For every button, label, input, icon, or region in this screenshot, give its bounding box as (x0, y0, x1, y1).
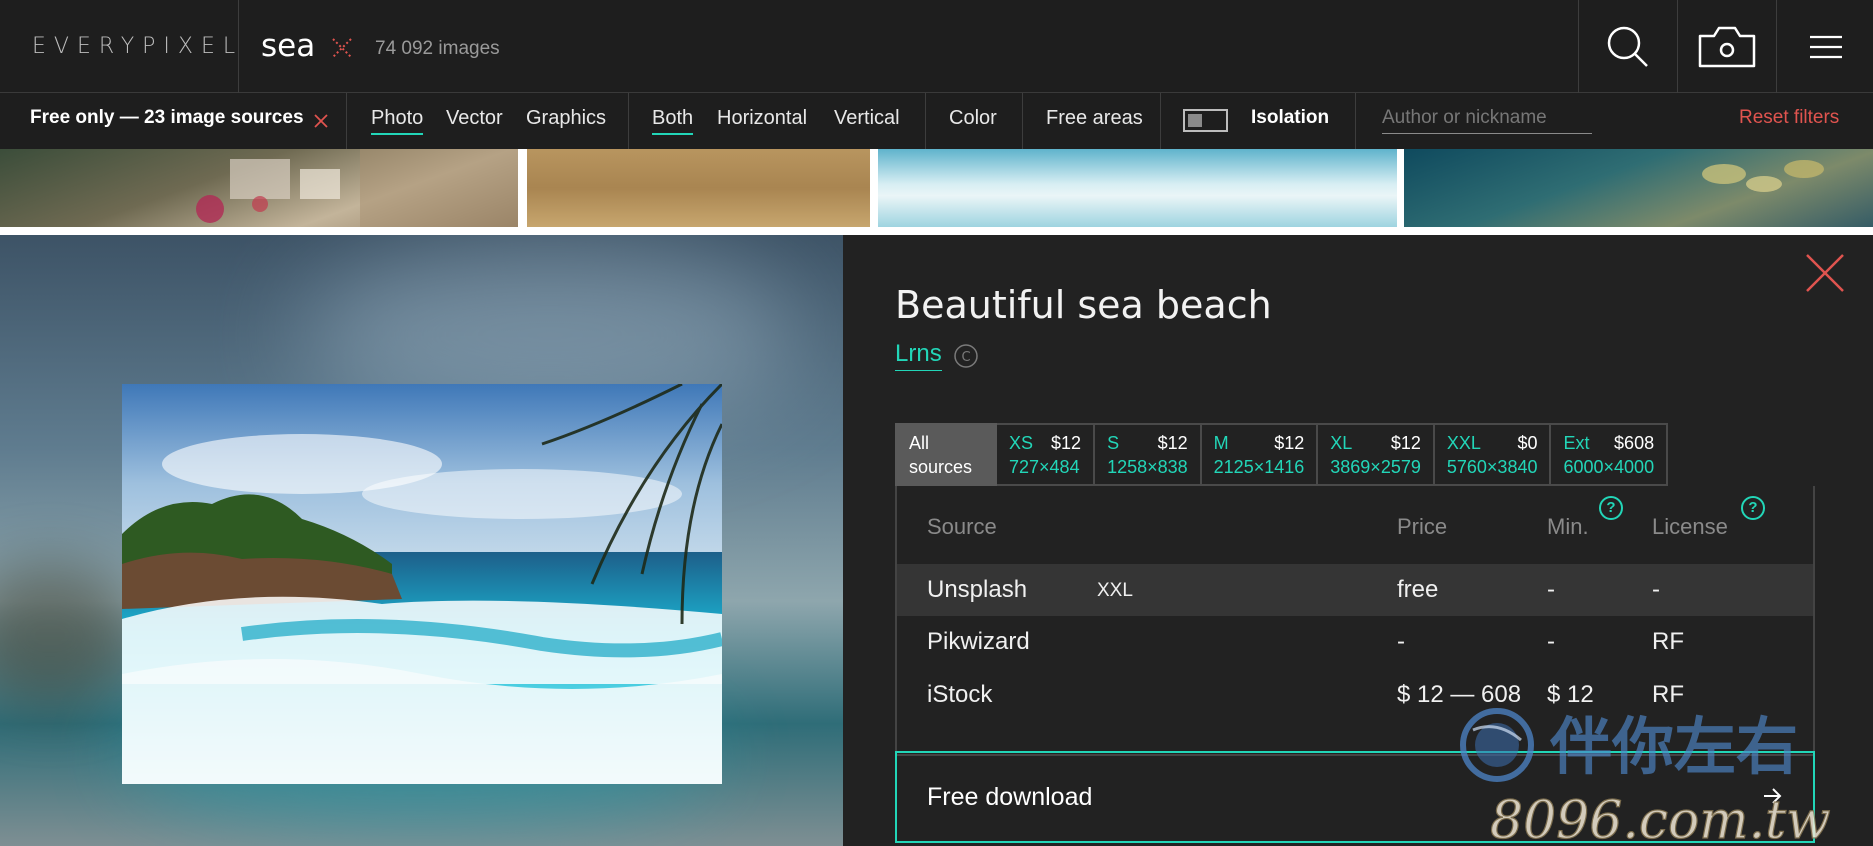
filter-vertical[interactable]: Vertical (834, 107, 900, 130)
svg-text:C: C (961, 350, 970, 365)
search-button[interactable] (1579, 0, 1677, 93)
author-link[interactable]: Lrns (895, 340, 942, 371)
filter-both[interactable]: Both (652, 107, 694, 135)
image-info-panel: Beautiful sea beach Lrns C All sources X… (843, 235, 1873, 846)
thumbnail-image[interactable] (878, 149, 1397, 227)
reset-filters-link[interactable]: Reset filters (1739, 107, 1839, 129)
size-tab-xl[interactable]: XL $12 3869×2579 (1318, 423, 1435, 486)
filter-color[interactable]: Color (949, 107, 997, 130)
filter-graphics[interactable]: Graphics (526, 107, 606, 130)
size-tab-all[interactable]: All sources (895, 423, 997, 486)
sources-table: Source Price Min. ? License ? Unsplash X… (895, 486, 1815, 756)
close-icon[interactable] (1803, 251, 1847, 295)
remove-free-only-icon[interactable] (313, 113, 329, 129)
filter-horizontal[interactable]: Horizontal (717, 107, 807, 130)
image-viewer (0, 235, 843, 846)
copyright-icon: C (953, 343, 979, 369)
arrow-right-icon (1761, 785, 1783, 807)
free-download-button[interactable]: Free download (895, 751, 1815, 843)
author-input[interactable]: Author or nickname (1382, 107, 1592, 134)
thumbnail-image[interactable] (0, 149, 518, 227)
size-tab-xs[interactable]: XS $12 727×484 (997, 423, 1096, 486)
isolation-label: Isolation (1251, 107, 1330, 128)
size-tab-s[interactable]: S $12 1258×838 (1095, 423, 1202, 486)
filter-vector[interactable]: Vector (446, 107, 503, 130)
table-row[interactable]: Unsplash XXL free - - (897, 564, 1813, 616)
top-header: EVERYPIXEL sea 74 092 images (0, 0, 1873, 93)
table-row[interactable]: Pikwizard - - RF (897, 616, 1813, 668)
main-photo[interactable] (122, 384, 722, 784)
thumbnail-image[interactable] (527, 149, 870, 227)
menu-icon (1810, 35, 1842, 58)
camera-search-button[interactable] (1678, 0, 1776, 93)
filter-bar: Free only — 23 image sources Photo Vecto… (0, 93, 1873, 149)
menu-button[interactable] (1777, 0, 1873, 93)
size-tabs: All sources XS $12 727×484 S $12 1258×838 … (895, 423, 1669, 486)
clear-query-icon[interactable] (330, 36, 354, 60)
search-query[interactable]: sea (261, 28, 315, 64)
divider (238, 0, 239, 93)
column-header-min: Min. (1547, 514, 1589, 539)
help-icon[interactable]: ? (1741, 496, 1765, 520)
size-tab-m[interactable]: M $12 2125×1416 (1201, 423, 1319, 486)
free-only-filter[interactable]: Free only — 23 image sources (30, 107, 304, 129)
filter-free-areas[interactable]: Free areas (1046, 107, 1143, 130)
thumbnail-image[interactable] (1404, 149, 1873, 227)
help-icon[interactable]: ? (1599, 496, 1623, 520)
logo[interactable]: EVERYPIXEL (32, 34, 243, 59)
result-count: 74 092 images (375, 38, 500, 59)
filter-photo[interactable]: Photo (371, 107, 424, 135)
column-header-price: Price (1397, 514, 1448, 539)
image-title: Beautiful sea beach (895, 283, 1272, 327)
column-header-source: Source (927, 514, 997, 539)
column-header-license: License (1652, 514, 1728, 539)
size-tab-ext[interactable]: Ext $608 6000×4000 (1551, 423, 1669, 486)
isolation-toggle[interactable] (1183, 109, 1228, 132)
search-icon (1607, 26, 1648, 67)
camera-icon (1698, 26, 1756, 67)
table-row[interactable]: iStock $ 12 — 608 $ 12 RF (897, 669, 1813, 721)
size-tab-xxl[interactable]: XXL $0 5760×3840 (1434, 423, 1552, 486)
